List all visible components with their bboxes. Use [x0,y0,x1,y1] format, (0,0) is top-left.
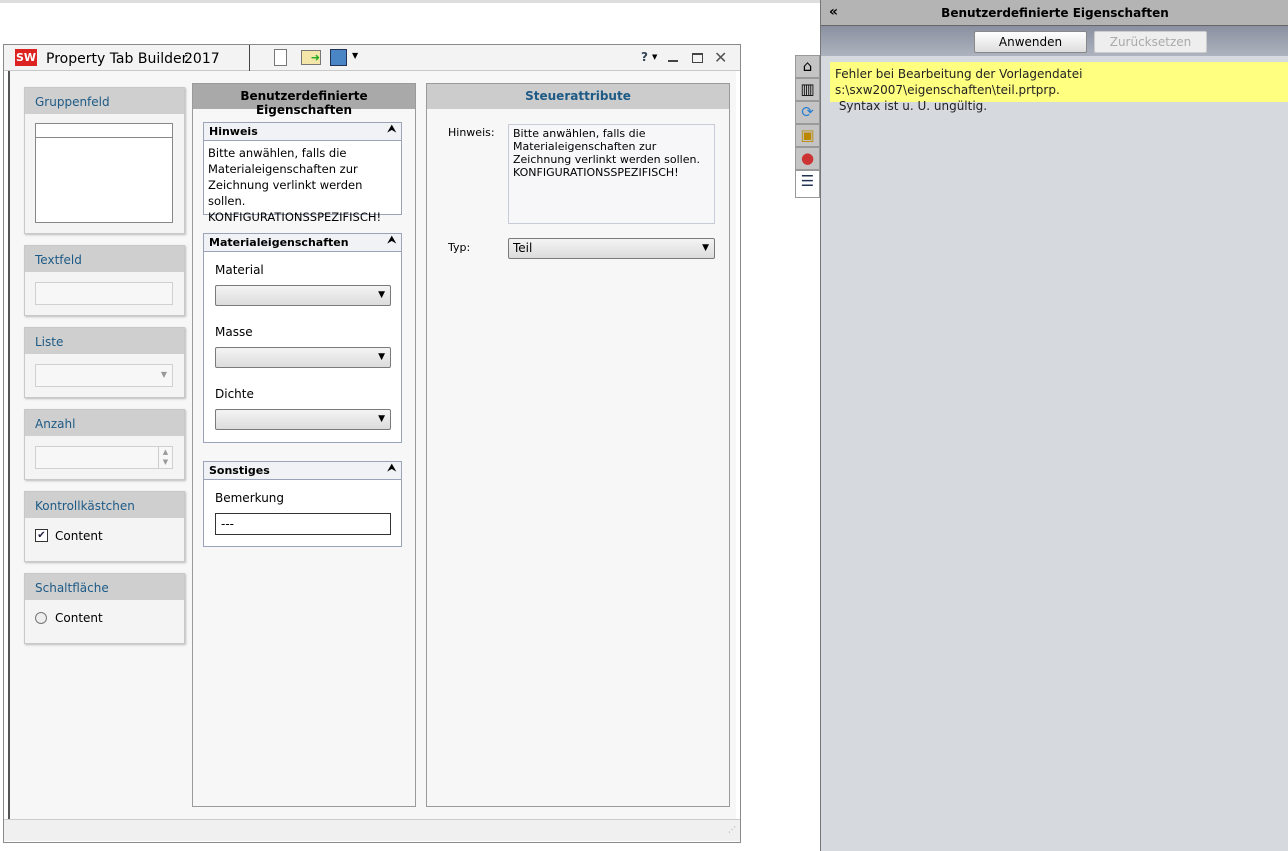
dichte-dropdown[interactable]: ▼ [215,409,391,430]
save-dropdown-icon[interactable]: ▼ [352,51,358,60]
content-area: Gruppenfeld Textfeld Liste ▼ Anzahl ▲ ▼ K… [8,71,736,819]
panel-schaltflaeche[interactable]: Schaltfläche Content [24,573,185,644]
divider [249,45,250,71]
app-version: 2017 [184,51,220,67]
hinweis-textarea[interactable]: Bitte anwählen, falls die Materialeigens… [508,124,715,224]
typ-label: Typ: [448,241,471,254]
reset-button[interactable]: Zurücksetzen [1094,31,1207,53]
minimize-icon[interactable] [668,60,678,62]
masse-dropdown[interactable]: ▼ [215,347,391,368]
status-bar: ⋰ [4,819,740,841]
error-line-2: Syntax ist u. U. ungültig. [835,99,988,113]
task-pane-header: « Benutzerdefinierte Eigenschaften [821,0,1288,26]
group-title: Hinweis [209,125,258,138]
property-tab-builder-window: SW Property Tab Builder 2017 ➜ ▼ ? ▼ ✕ G… [3,44,741,843]
panel-liste[interactable]: Liste ▼ [24,327,185,398]
panel-label: Kontrollkästchen [25,492,184,518]
field-label: Material [215,263,264,277]
collapse-icon[interactable]: ⮝ [388,463,397,474]
bemerkung-input[interactable]: --- [215,513,391,535]
group-sonstiges[interactable]: Sonstiges ⮝ Bemerkung --- [203,461,402,547]
collapse-icon[interactable]: ⮝ [388,124,397,135]
home-tab-icon[interactable]: ⌂ [795,55,820,78]
help-icon[interactable]: ? [641,50,648,64]
error-line-1: Fehler bei Bearbeitung der Vorlagendatei… [835,67,1083,97]
list-dropdown[interactable]: ▼ [35,364,173,387]
group-hinweis[interactable]: Hinweis ⮝ Bitte anwählen, falls die Mater… [203,122,402,224]
field-label: Dichte [215,387,254,401]
top-border [0,0,820,3]
number-stepper[interactable]: ▲ ▼ [35,446,173,469]
apply-button[interactable]: Anwenden [974,31,1087,53]
column-title: Steuerattribute [427,84,729,109]
collapse-icon[interactable]: ⮝ [388,235,397,246]
chevron-down-icon: ▼ [378,414,385,424]
appearances-tab-icon[interactable]: ● [795,147,820,170]
typ-value: Teil [513,241,533,255]
group-title: Materialeigenschaften [209,236,349,249]
chevron-down-icon: ▼ [378,352,385,362]
maximize-icon[interactable] [692,53,703,63]
app-title: Property Tab Builder [46,51,188,67]
panel-textfeld[interactable]: Textfeld [24,245,185,316]
new-file-icon[interactable] [274,49,287,66]
panel-anzahl[interactable]: Anzahl ▲ ▼ [24,409,185,480]
open-folder-icon[interactable]: ➜ [301,50,321,65]
chevron-down-icon: ▼ [160,370,167,379]
view-palette-tab-icon[interactable]: ▣ [795,124,820,147]
checkbox-label: Content [55,529,103,543]
custom-properties-column: Benutzerdefinierte Eigenschaften Hinweis… [192,83,416,807]
custom-properties-tab-icon[interactable]: ☰ [795,170,820,198]
refresh-tab-icon[interactable]: ⟳ [795,101,820,124]
design-library-tab-icon[interactable]: ▥ [795,78,820,101]
app-logo: SW [15,49,37,66]
close-icon[interactable]: ✕ [714,48,727,67]
panel-gruppenfeld[interactable]: Gruppenfeld [24,87,185,234]
help-dropdown-icon[interactable]: ▼ [652,53,657,61]
control-attributes-column: Steuerattribute Hinweis: Bitte anwählen,… [426,83,730,807]
panel-label: Schaltfläche [25,574,184,600]
task-pane: « Benutzerdefinierte Eigenschaften Anwen… [820,0,1288,851]
hint-text: Bitte anwählen, falls die Materialeigens… [208,146,382,224]
save-icon[interactable] [330,49,347,66]
task-pane-title: Benutzerdefinierte Eigenschaften [941,6,1169,20]
panel-label: Liste [25,328,184,354]
chevron-down-icon: ▼ [378,290,385,300]
chevron-down-icon: ▼ [702,243,709,253]
panel-label: Gruppenfeld [25,88,184,114]
radio-label: Content [55,611,103,625]
material-dropdown[interactable]: ▼ [215,285,391,306]
field-label: Masse [215,325,253,339]
group-title: Sonstiges [209,464,270,477]
error-message: Fehler bei Bearbeitung der Vorlagendatei… [830,62,1288,113]
panel-label: Textfeld [25,246,184,272]
column-title: Benutzerdefinierte Eigenschaften [193,84,415,117]
checkbox[interactable]: ✔ [35,529,48,542]
panel-label: Anzahl [25,410,184,436]
group-box [35,123,173,223]
title-bar: SW Property Tab Builder 2017 ➜ ▼ ? ▼ ✕ [4,45,740,71]
radio-button[interactable] [35,612,47,624]
collapse-pane-icon[interactable]: « [829,4,838,20]
hinweis-label: Hinweis: [448,126,495,139]
spin-icon[interactable]: ▲ ▼ [158,447,172,468]
text-input[interactable] [35,282,173,305]
group-materialeigenschaften[interactable]: Materialeigenschaften ⮝ Material ▼ Masse … [203,233,402,443]
typ-dropdown[interactable]: Teil ▼ [508,238,715,259]
task-pane-toolbar: Anwenden Zurücksetzen [821,26,1288,56]
field-label: Bemerkung [215,491,285,505]
resize-grip-icon[interactable]: ⋰ [728,825,736,834]
panel-kontrollkaestchen[interactable]: Kontrollkästchen ✔ Content [24,491,185,562]
